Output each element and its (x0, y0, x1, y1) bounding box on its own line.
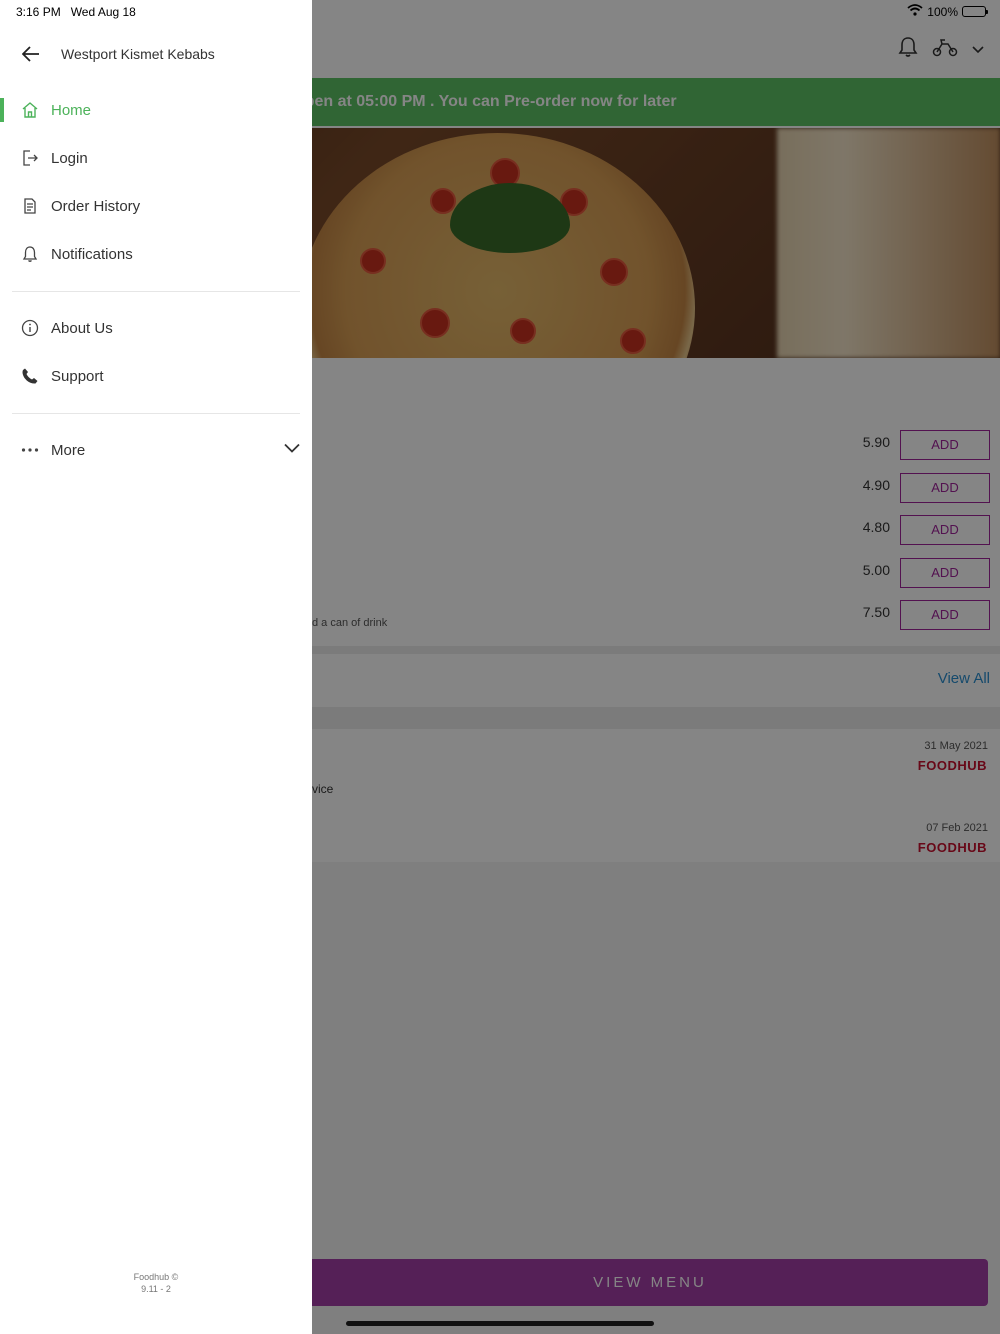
bell-icon (20, 244, 40, 264)
nav-item-notifications[interactable]: Notifications (0, 230, 312, 278)
nav-label: More (51, 441, 86, 459)
phone-icon (20, 366, 40, 386)
nav-item-more[interactable]: More (0, 426, 312, 474)
drawer-divider (12, 413, 300, 414)
drawer-divider (12, 291, 300, 292)
app-version-footer: Foodhub © 9.11 - 2 (0, 1271, 312, 1295)
home-indicator[interactable] (346, 1321, 654, 1326)
nav-item-login[interactable]: Login (0, 134, 312, 182)
nav-item-home[interactable]: Home (0, 86, 312, 134)
back-arrow-icon[interactable] (16, 40, 46, 68)
chevron-down-icon[interactable] (284, 440, 300, 458)
receipt-icon (20, 196, 40, 216)
nav-item-about-us[interactable]: About Us (0, 304, 312, 352)
more-dots-icon (20, 440, 40, 460)
wifi-icon (907, 4, 923, 19)
restaurant-name: Westport Kismet Kebabs (61, 46, 215, 62)
home-icon (20, 100, 40, 120)
status-time: 3:16 PM Wed Aug 18 (16, 5, 136, 19)
navigation-drawer: Westport Kismet Kebabs Home Login Order … (0, 0, 312, 1334)
status-bar: 3:16 PM Wed Aug 18 100% (0, 0, 1000, 26)
nav-label: Order History (51, 197, 141, 215)
drawer-header: Westport Kismet Kebabs (0, 26, 312, 82)
nav-label: About Us (51, 319, 113, 337)
footer-version: 9.11 - 2 (141, 1284, 171, 1294)
nav-item-support[interactable]: Support (0, 352, 312, 400)
login-icon (20, 148, 40, 168)
nav-item-order-history[interactable]: Order History (0, 182, 312, 230)
nav-label: Notifications (51, 245, 133, 263)
battery-icon (962, 6, 988, 17)
nav-label: Support (51, 367, 104, 385)
footer-brand: Foodhub © (133, 1272, 179, 1282)
nav-label: Home (51, 101, 92, 119)
info-icon (20, 318, 40, 338)
nav-label: Login (51, 149, 88, 167)
battery-percent: 100% (927, 4, 958, 19)
